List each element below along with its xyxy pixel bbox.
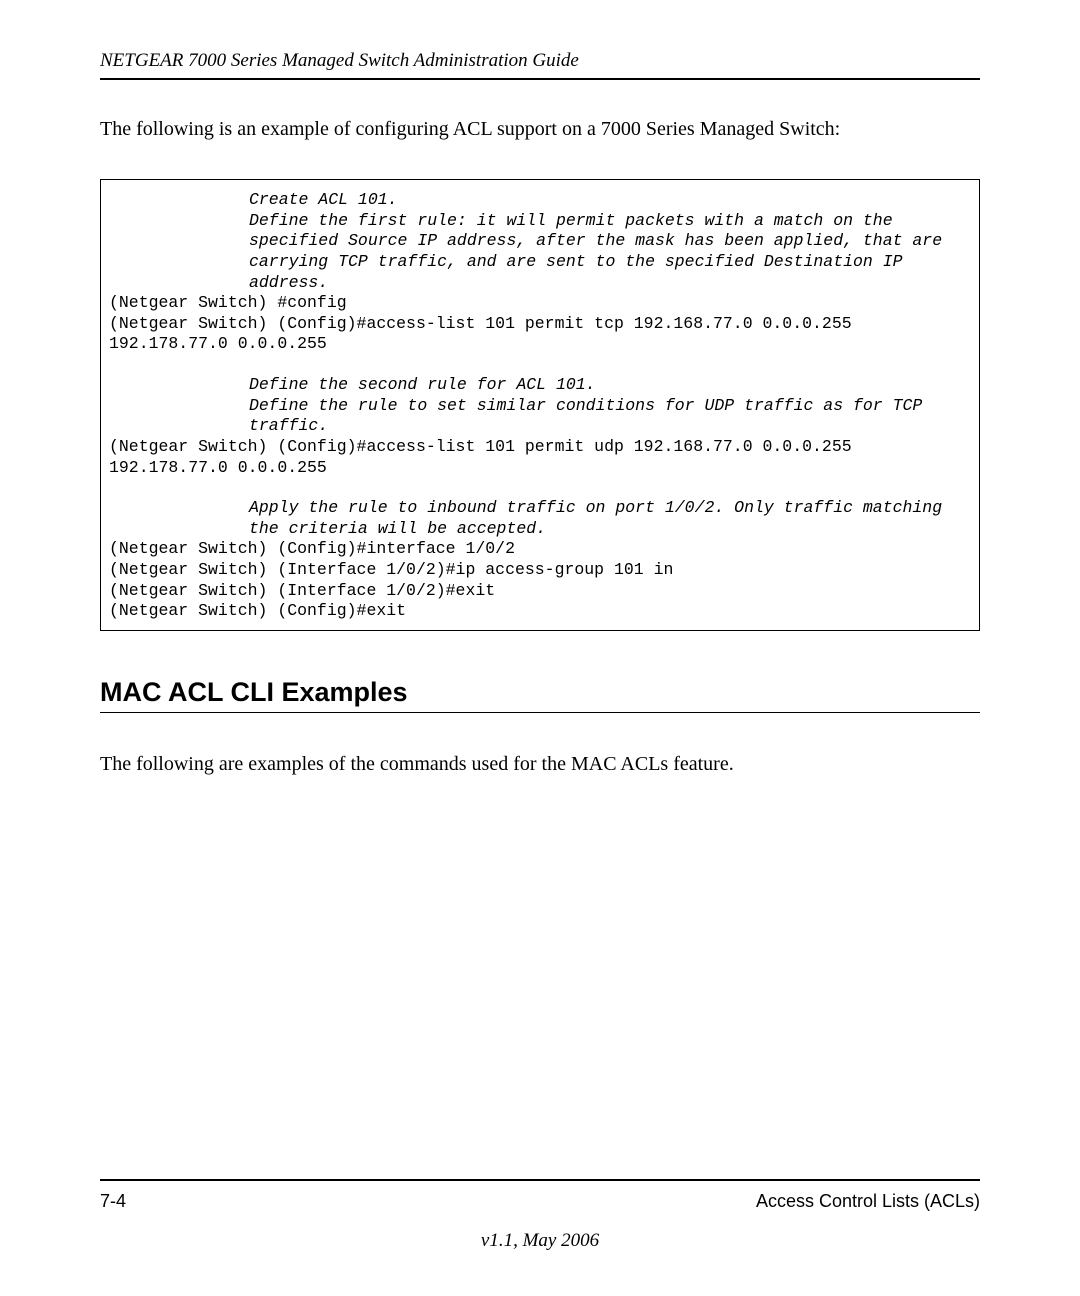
running-header: NETGEAR 7000 Series Managed Switch Admin… [100, 50, 980, 72]
page-number: 7-4 [100, 1191, 126, 1212]
code-comment: Define the second rule for ACL 101. [109, 375, 971, 396]
code-gap [109, 478, 971, 498]
chapter-title: Access Control Lists (ACLs) [756, 1191, 980, 1212]
page-footer: 7-4 Access Control Lists (ACLs) v1.1, Ma… [100, 1179, 980, 1252]
code-comment: Create ACL 101. [109, 190, 971, 211]
code-line: (Netgear Switch) (Config)#access-list 10… [109, 314, 971, 355]
code-line: (Netgear Switch) (Interface 1/0/2)#ip ac… [109, 560, 971, 581]
header-rule [100, 78, 980, 80]
code-line: (Netgear Switch) #config [109, 293, 971, 314]
code-line: (Netgear Switch) (Interface 1/0/2)#exit [109, 581, 971, 602]
code-comment: Define the first rule: it will permit pa… [109, 211, 971, 294]
page-container: NETGEAR 7000 Series Managed Switch Admin… [0, 0, 1080, 1296]
section-rule [100, 712, 980, 713]
code-line: (Netgear Switch) (Config)#interface 1/0/… [109, 539, 971, 560]
code-gap [109, 355, 971, 375]
code-example-box: Create ACL 101. Define the first rule: i… [100, 179, 980, 631]
code-line: (Netgear Switch) (Config)#access-list 10… [109, 437, 971, 478]
footer-line: 7-4 Access Control Lists (ACLs) [100, 1191, 980, 1212]
code-line: (Netgear Switch) (Config)#exit [109, 601, 971, 622]
section-paragraph: The following are examples of the comman… [100, 753, 980, 776]
section-heading: MAC ACL CLI Examples [100, 677, 980, 708]
footer-version: v1.1, May 2006 [100, 1230, 980, 1252]
code-comment: Define the rule to set similar condition… [109, 396, 971, 437]
intro-paragraph: The following is an example of configuri… [100, 118, 980, 141]
code-comment: Apply the rule to inbound traffic on por… [109, 498, 971, 539]
footer-rule [100, 1179, 980, 1181]
